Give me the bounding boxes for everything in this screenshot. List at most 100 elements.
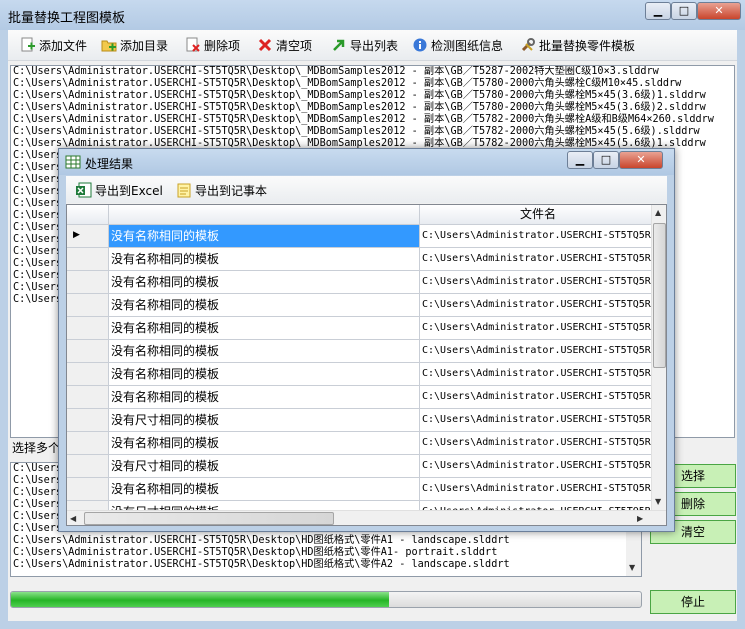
export-list-button[interactable]: 导出列表 [331, 36, 398, 54]
grid-vertical-thumb[interactable] [653, 223, 666, 368]
row-header[interactable]: ▶ [67, 225, 109, 248]
export-excel-label: 导出到Excel [95, 183, 163, 198]
filename-cell[interactable]: C:\Users\Administrator.USERCHI-ST5TQ5R [420, 271, 657, 294]
file-list-item[interactable]: C:\Users\Administrator.USERCHI-ST5TQ5R\D… [11, 114, 734, 126]
batch-replace-part-template-button[interactable]: 批量替换零件模板 [520, 36, 635, 54]
row-header[interactable] [67, 294, 109, 317]
maximize-button[interactable]: □ [671, 2, 697, 20]
grid-horizontal-scrollbar[interactable]: ◀ ▶ [67, 510, 666, 525]
table-row[interactable]: 没有名称相同的模板 C:\Users\Administrator.USERCHI-… [67, 294, 657, 317]
filename-cell[interactable]: C:\Users\Administrator.USERCHI-ST5TQ5R [420, 317, 657, 340]
grid-scroll-up-icon[interactable]: ▲ [655, 208, 661, 218]
add-folder-label: 添加目录 [120, 38, 169, 53]
notepad-icon [176, 182, 192, 198]
result-cell[interactable]: 没有名称相同的模板 [109, 225, 420, 248]
main-title-bar[interactable]: 批量替换工程图模板 ▁ □ ✕ [0, 0, 745, 30]
table-row[interactable]: 没有名称相同的模板 C:\Users\Administrator.USERCHI-… [67, 271, 657, 294]
result-cell[interactable]: 没有名称相同的模板 [109, 478, 420, 501]
result-cell[interactable]: 没有名称相同的模板 [109, 294, 420, 317]
result-cell[interactable]: 没有名称相同的模板 [109, 432, 420, 455]
template-list-item[interactable]: C:\Users\Administrator.USERCHI-ST5TQ5R\D… [11, 547, 641, 559]
clear-items-label: 清空项 [276, 38, 313, 53]
batch-replace-part-template-label: 批量替换零件模板 [539, 38, 636, 53]
export-notepad-button[interactable]: 导出到记事本 [176, 181, 267, 199]
table-row[interactable]: 没有尺寸相同的模板C:\Users\Administrator.USERCHI-… [67, 409, 657, 432]
grid-scroll-left-icon[interactable]: ◀ [70, 514, 76, 524]
filename-cell[interactable]: C:\Users\Administrator.USERCHI-ST5TQ5R [420, 478, 657, 501]
add-folder-icon [101, 37, 117, 53]
row-header[interactable] [67, 455, 109, 478]
table-row[interactable]: 没有名称相同的模板 C:\Users\Administrator.USERCHI-… [67, 386, 657, 409]
filename-cell[interactable]: C:\Users\Administrator.USERCHI-ST5TQ5R [420, 340, 657, 363]
check-drawing-info-button[interactable]: 检测图纸信息 [412, 36, 503, 54]
table-row[interactable]: 没有尺寸相同的模板C:\Users\Administrator.USERCHI-… [67, 455, 657, 478]
clear-items-button[interactable]: 清空项 [257, 36, 312, 54]
row-header[interactable] [67, 271, 109, 294]
add-file-button[interactable]: 添加文件 [20, 36, 87, 54]
table-row[interactable]: 没有名称相同的模板 C:\Users\Administrator.USERCHI-… [67, 478, 657, 501]
row-header[interactable] [67, 386, 109, 409]
filename-cell[interactable]: C:\Users\Administrator.USERCHI-ST5TQ5R [420, 248, 657, 271]
filename-cell[interactable]: C:\Users\Administrator.USERCHI-ST5TQ5R [420, 386, 657, 409]
check-drawing-info-label: 检测图纸信息 [431, 38, 504, 53]
row-header[interactable] [67, 340, 109, 363]
row-header[interactable] [67, 363, 109, 386]
stop-button[interactable]: 停止 [650, 590, 736, 614]
excel-icon [76, 182, 92, 198]
table-row[interactable]: 没有名称相同的模板 C:\Users\Administrator.USERCHI-… [67, 432, 657, 455]
table-row[interactable]: ▶ 没有名称相同的模板 C:\Users\Administrator.USERCHI… [67, 225, 657, 248]
export-list-label: 导出列表 [350, 38, 399, 53]
table-row[interactable]: 没有名称相同的模板 C:\Users\Administrator.USERCHI-… [67, 340, 657, 363]
grid-horizontal-thumb[interactable] [84, 512, 334, 525]
file-list-item[interactable]: C:\Users\Administrator.USERCHI-ST5TQ5R\D… [11, 66, 734, 78]
result-cell[interactable]: 没有名称相同的模板 [109, 248, 420, 271]
dialog-maximize-button[interactable]: □ [593, 151, 619, 169]
filename-cell[interactable]: C:\Users\Administrator.USERCHI-ST5TQ5R [420, 294, 657, 317]
dialog-close-button[interactable]: ✕ [619, 151, 663, 169]
export-excel-button[interactable]: 导出到Excel [76, 181, 163, 199]
result-cell[interactable]: 没有名称相同的模板 [109, 386, 420, 409]
dialog-title-bar[interactable]: 处理结果 ▁ □ ✕ [59, 149, 674, 175]
filename-cell[interactable]: C:\Users\Administrator.USERCHI-ST5TQ5R [420, 455, 657, 478]
dialog-minimize-button[interactable]: ▁ [567, 151, 593, 169]
close-button[interactable]: ✕ [697, 2, 741, 20]
minimize-button[interactable]: ▁ [645, 2, 671, 20]
row-header[interactable] [67, 432, 109, 455]
row-header[interactable] [67, 478, 109, 501]
dialog-title: 处理结果 [85, 157, 134, 171]
scroll-down-arrow-icon[interactable]: ▼ [629, 563, 635, 573]
result-cell[interactable]: 没有尺寸相同的模板 [109, 409, 420, 432]
add-file-label: 添加文件 [39, 38, 88, 53]
file-list-item[interactable]: C:\Users\Administrator.USERCHI-ST5TQ5R\D… [11, 78, 734, 90]
file-list-item[interactable]: C:\Users\Administrator.USERCHI-ST5TQ5R\D… [11, 126, 734, 138]
table-row[interactable]: 没有名称相同的模板 C:\Users\Administrator.USERCHI-… [67, 363, 657, 386]
result-cell[interactable]: 没有尺寸相同的模板 [109, 455, 420, 478]
file-list-item[interactable]: C:\Users\Administrator.USERCHI-ST5TQ5R\D… [11, 90, 734, 102]
result-cell[interactable]: 没有名称相同的模板 [109, 363, 420, 386]
progress-bar [10, 591, 642, 608]
delete-item-button[interactable]: 删除项 [185, 36, 240, 54]
filename-cell[interactable]: C:\Users\Administrator.USERCHI-ST5TQ5R [420, 225, 657, 248]
add-folder-button[interactable]: 添加目录 [101, 36, 168, 54]
dialog-toolbar: 导出到Excel 导出到记事本 [66, 176, 667, 203]
table-row[interactable]: 没有名称相同的模板 C:\Users\Administrator.USERCHI-… [67, 248, 657, 271]
result-cell[interactable]: 没有名称相同的模板 [109, 271, 420, 294]
filename-cell[interactable]: C:\Users\Administrator.USERCHI-ST5TQ5R [420, 409, 657, 432]
template-list-item[interactable]: C:\Users\Administrator.USERCHI-ST5TQ5R\D… [11, 559, 641, 571]
grid-scroll-right-icon[interactable]: ▶ [637, 514, 643, 524]
file-list-item[interactable]: C:\Users\Administrator.USERCHI-ST5TQ5R\D… [11, 102, 734, 114]
row-header[interactable] [67, 409, 109, 432]
filename-cell[interactable]: C:\Users\Administrator.USERCHI-ST5TQ5R [420, 363, 657, 386]
filename-column-header[interactable]: 文件名 [420, 205, 657, 225]
result-cell[interactable]: 没有名称相同的模板 [109, 317, 420, 340]
row-header[interactable] [67, 317, 109, 340]
result-column-header[interactable] [109, 205, 420, 225]
table-row[interactable]: 没有名称相同的模板 C:\Users\Administrator.USERCHI-… [67, 317, 657, 340]
grid-scroll-down-icon[interactable]: ▼ [655, 497, 661, 507]
filename-cell[interactable]: C:\Users\Administrator.USERCHI-ST5TQ5R [420, 432, 657, 455]
result-cell[interactable]: 没有名称相同的模板 [109, 340, 420, 363]
current-row-arrow-icon: ▶ [73, 230, 80, 240]
template-list-item[interactable]: C:\Users\Administrator.USERCHI-ST5TQ5R\D… [11, 535, 641, 547]
row-header[interactable] [67, 248, 109, 271]
grid-vertical-scrollbar[interactable]: ▲ ▼ [651, 205, 666, 511]
